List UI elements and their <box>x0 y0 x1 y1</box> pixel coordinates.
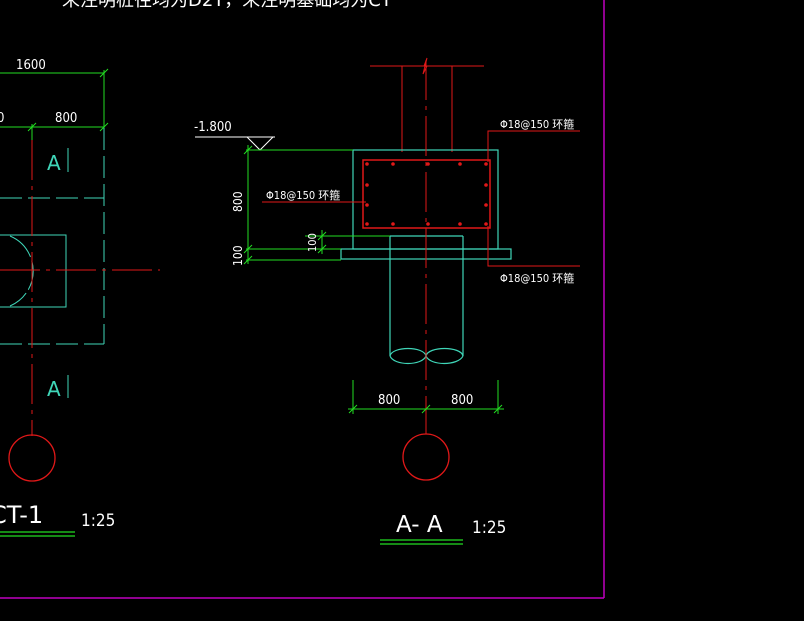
section-elevation-label: -1.800 <box>194 120 232 135</box>
header-title-partial: 未注明桩径均为D2Y，未注明基础均为CT <box>62 0 393 11</box>
section-rebar-note-left: Φ18@150 环箍 <box>266 188 340 202</box>
cad-drawing: 未注明桩径均为D2Y，未注明基础均为CT 1600 0 800 A A C <box>0 0 605 599</box>
section-dim-100-label: 100 <box>231 245 245 266</box>
plan-dim-overall-label: 1600 <box>16 58 46 73</box>
section-bottom-dim-left-label: 800 <box>378 393 400 408</box>
section-elevation-triangle <box>246 136 274 151</box>
plan-section-mark-top: A <box>47 151 61 175</box>
plan-view-title: CT-1 <box>0 501 43 529</box>
plan-view-scale: 1:25 <box>81 511 115 531</box>
plan-dim-left-label: 0 <box>0 111 4 126</box>
section-bottom-dim-right-label: 800 <box>451 393 473 408</box>
plan-dim-right-label: 800 <box>55 111 77 126</box>
section-view-scale: 1:25 <box>472 518 506 538</box>
section-view: -1.800 800 100 100 Φ18@150 环箍 Φ18@150 环箍… <box>194 57 580 545</box>
plan-pile-circle <box>9 235 34 307</box>
plan-view: 1600 0 800 A A CT-1 1:25 <box>0 58 160 537</box>
section-dim-800-label: 800 <box>231 191 245 212</box>
section-callout-bottom-leader <box>487 226 580 267</box>
section-rebar-note-bottom: Φ18@150 环箍 <box>500 271 574 285</box>
plan-axis-bubble <box>8 434 56 482</box>
section-axis-bubble <box>402 433 450 481</box>
section-view-title: A- A <box>396 512 443 538</box>
section-callout-top-leader <box>487 130 580 162</box>
section-rebar-note-top: Φ18@150 环箍 <box>500 117 574 131</box>
section-cover-dim-label: 100 <box>306 233 319 252</box>
plan-section-mark-bottom: A <box>47 377 61 401</box>
